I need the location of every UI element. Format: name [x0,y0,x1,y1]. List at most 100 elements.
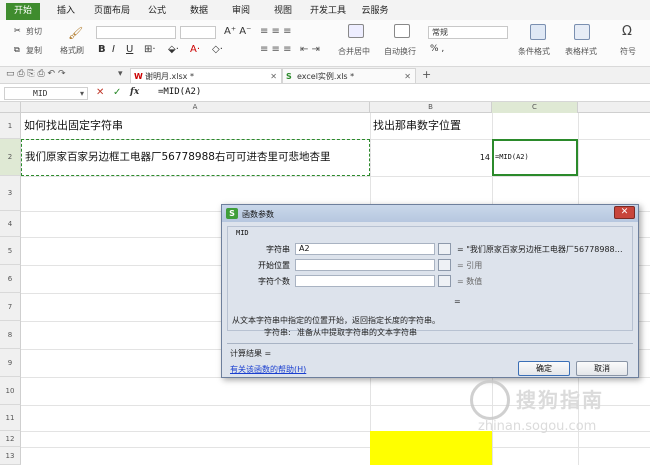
row-header[interactable]: 9 [0,349,21,377]
table-style-button[interactable]: 表格样式 [565,46,597,57]
conditional-format-icon[interactable] [530,24,546,40]
arg-label-count: 字符个数 [258,277,290,286]
font-color-icon[interactable]: A· [190,44,200,55]
wrap-text-button[interactable]: 自动换行 [384,46,416,57]
formula-bar: MID ▾ ✕ ✓ fx =MID(A2) [0,84,650,102]
document-tab-bar: ▭ ⎙ ⎘ ⎙ ↶ ↷ ▾ W 谢明月.xlsx * ✕ S excel实例.x… [0,67,650,84]
percent-button[interactable]: % , [430,44,444,54]
help-link[interactable]: 有关该函数的帮助(H) [230,364,306,375]
column-header-d[interactable] [578,102,650,113]
font-size-select[interactable] [180,26,216,39]
merge-center-button[interactable]: 合并居中 [338,46,370,57]
wrap-text-icon[interactable] [394,24,410,38]
formula-input[interactable]: =MID(A2) [158,87,201,97]
arg-input-string[interactable]: A2 [295,243,435,255]
row-header[interactable]: 6 [0,265,21,293]
conditional-format-button[interactable]: 条件格式 [518,46,550,57]
arg-result-count: = 数值 [457,277,483,286]
add-tab-icon[interactable]: + [422,68,431,81]
number-format-select[interactable]: 常规 [428,26,508,39]
font-grow-icon[interactable]: A⁺ A⁻ [224,26,251,37]
row-header[interactable]: 8 [0,321,21,349]
tab-review[interactable]: 审阅 [228,3,254,20]
fill-color-icon[interactable]: ⬙· [168,44,179,55]
confirm-icon[interactable]: ✓ [113,87,121,98]
align-left-icons[interactable]: ≡ ≡ ≡ [260,44,292,55]
cell-c2-selected[interactable]: =MID(A2) [492,139,578,176]
tab-view[interactable]: 视图 [270,3,296,20]
merge-center-icon[interactable] [348,24,364,38]
arg-result-string: = "我们原家百家另边框工电器厂56778988… [457,245,623,254]
row-header[interactable]: 2 [0,139,21,176]
clear-icon[interactable]: ◇· [212,44,223,55]
row-header[interactable]: 3 [0,176,21,211]
collapse-dialog-icon[interactable] [438,259,451,271]
row-header[interactable]: 4 [0,211,21,237]
name-box[interactable]: MID ▾ [4,87,88,100]
border-icon[interactable]: ⊞· [144,44,156,55]
scissors-icon[interactable]: ✂ [14,26,21,35]
cut-button[interactable]: 剪切 [26,26,42,37]
tab-formulas[interactable]: 公式 [144,3,170,20]
cell-c2: =MID(A2) [495,153,529,161]
fx-icon[interactable]: fx [130,87,139,97]
symbol-button[interactable]: 符号 [620,46,636,57]
brush-icon[interactable]: 🖌 [68,26,83,40]
row-header[interactable]: 7 [0,293,21,321]
arg-input-start[interactable] [295,259,435,271]
copy-button[interactable]: 复制 [26,45,42,56]
app-logo-icon: S [226,208,238,219]
column-header-b[interactable]: B [370,102,492,113]
indent-icons[interactable]: ⇤ ⇥ [300,44,320,55]
doc-tab-active[interactable]: W 谢明月.xlsx * ✕ [130,68,282,83]
ribbon: ✂ 剪切 ⧉ 复制 🖌 格式刷 A⁺ A⁻ B I U ⊞· ⬙· A· ◇· … [0,20,650,67]
function-result-equals: = [454,297,461,306]
collapse-dialog-icon[interactable] [438,275,451,287]
quick-access-icons[interactable]: ▭ ⎙ ⎘ ⎙ ↶ ↷ [6,69,66,79]
ok-button[interactable]: 确定 [518,361,570,376]
close-icon[interactable]: ✕ [614,206,635,219]
tab-home[interactable]: 开始 [6,3,40,20]
tab-insert[interactable]: 插入 [52,3,80,20]
align-top-icons[interactable]: ≡ ≡ ≡ [260,26,292,37]
cancel-icon[interactable]: ✕ [96,87,104,98]
tab-developer[interactable]: 开发工具 [308,3,348,20]
dialog-title: 函数参数 [242,210,274,219]
row-header[interactable]: 10 [0,377,21,405]
doc-tab[interactable]: S excel实例.xls * ✕ [282,68,416,83]
cell-b12-highlight[interactable] [370,431,492,465]
copy-icon[interactable]: ⧉ [14,45,20,55]
chevron-down-icon[interactable]: ▾ [80,88,84,99]
separator [227,343,633,344]
tab-data[interactable]: 数据 [186,3,212,20]
tab-page-layout[interactable]: 页面布局 [90,3,134,20]
collapse-dialog-icon[interactable] [438,243,451,255]
close-icon[interactable]: ✕ [270,69,277,84]
close-icon[interactable]: ✕ [404,69,411,84]
cell-b2[interactable]: 14 [372,139,490,176]
format-painter-button[interactable]: 格式刷 [60,45,84,56]
corner-select-all[interactable] [0,102,21,113]
table-style-icon[interactable] [574,24,590,40]
cell-a1[interactable]: 如何找出固定字符串 [24,113,123,139]
column-header-c[interactable]: C [492,102,578,113]
omega-icon[interactable]: Ω [622,24,632,39]
bold-icon[interactable]: B [98,44,106,55]
cell-a2[interactable]: 我们原家百家另边框工电器厂56778988右可可进杏里可悲地杏里 [25,139,330,176]
font-name-select[interactable] [96,26,176,39]
underline-icon[interactable]: U [126,44,133,55]
cancel-button[interactable]: 取消 [576,361,628,376]
italic-icon[interactable]: I [112,44,115,55]
tab-cloud[interactable]: 云服务 [358,3,392,20]
arg-input-count[interactable] [295,275,435,287]
row-header[interactable]: 5 [0,237,21,265]
dropdown-arrow-icon[interactable]: ▾ [118,69,123,79]
function-arguments-dialog: S 函数参数 ✕ MID 字符串 A2 = "我们原家百家另边框工电器厂5677… [221,204,639,378]
cell-b1[interactable]: 找出那串数字位置 [373,113,461,139]
row-header[interactable]: 11 [0,405,21,431]
row-header[interactable]: 1 [0,113,21,139]
row-header[interactable]: 13 [0,447,21,465]
dialog-title-bar[interactable]: S 函数参数 ✕ [222,205,638,222]
column-header-a[interactable]: A [21,102,370,113]
row-header[interactable]: 12 [0,431,21,447]
